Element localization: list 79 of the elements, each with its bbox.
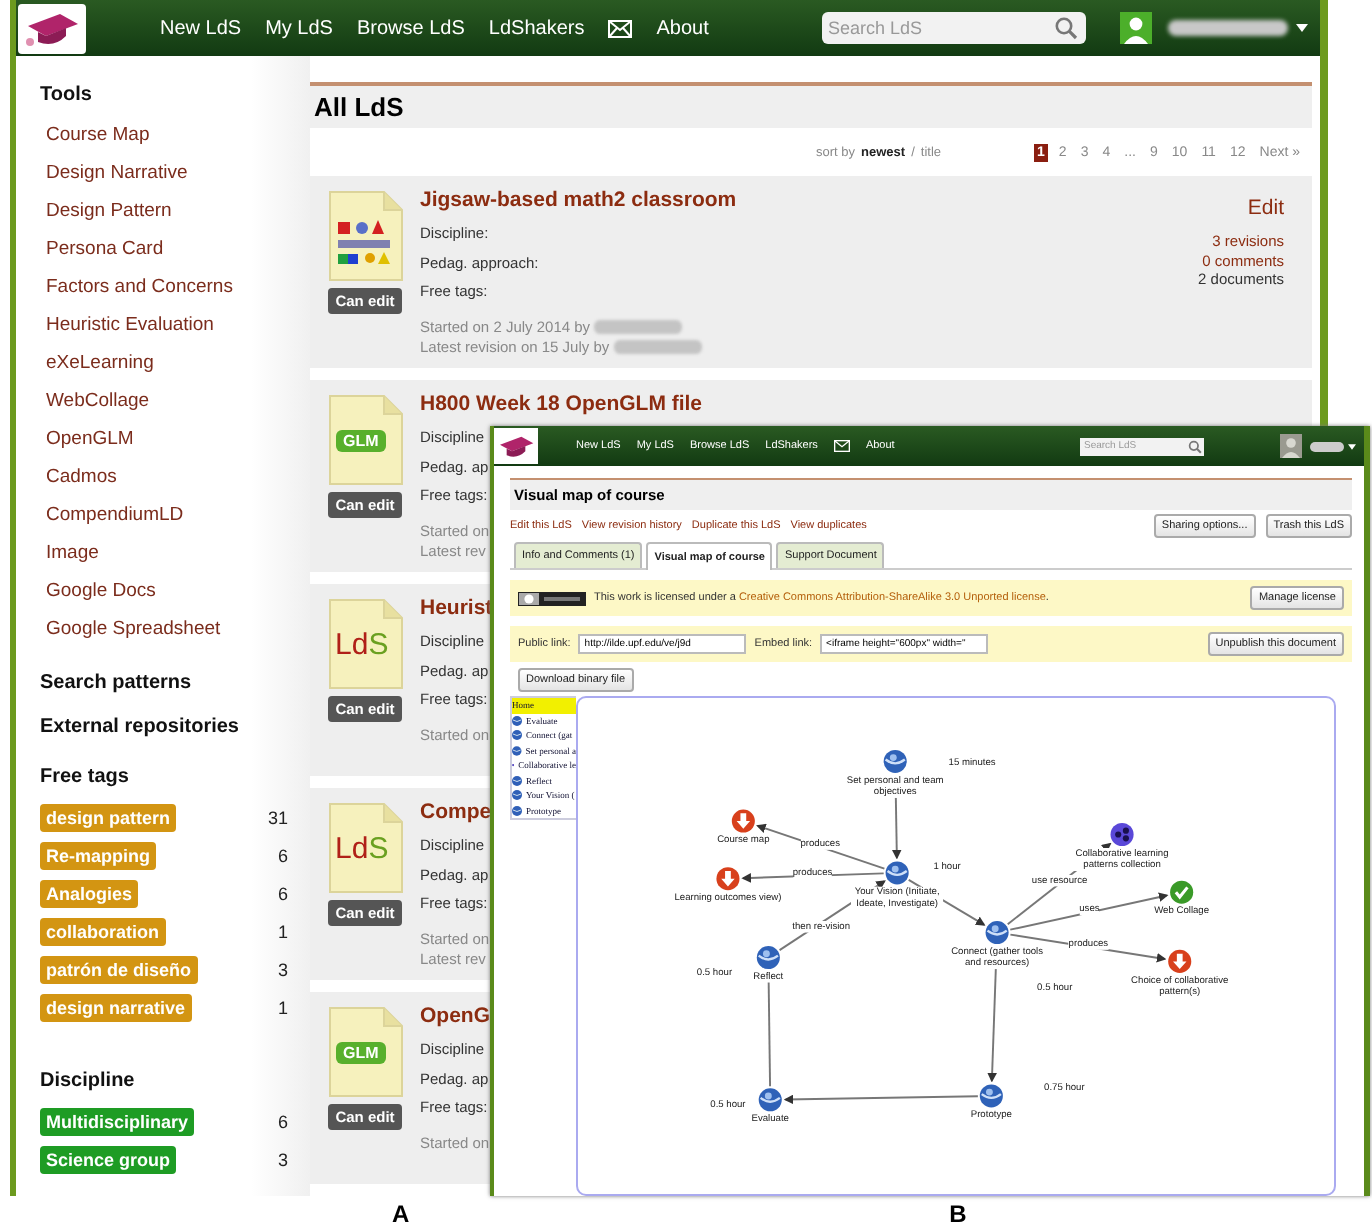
down-arrow-icon[interactable] bbox=[731, 809, 755, 833]
tag-count: 6 bbox=[277, 1111, 288, 1131]
ld-title-link[interactable]: OpenG bbox=[420, 1004, 491, 1028]
globe-icon[interactable] bbox=[883, 749, 907, 773]
globe-icon bbox=[512, 730, 522, 741]
caret-icon[interactable] bbox=[1348, 443, 1356, 449]
dots-icon[interactable] bbox=[1110, 822, 1134, 847]
ld-title-link[interactable]: H800 Week 18 OpenGLM file bbox=[420, 392, 703, 416]
tag-count: 1 bbox=[277, 997, 288, 1017]
globe-icon bbox=[512, 790, 522, 801]
ld-title-link[interactable]: Jigsaw-based math2 classroom bbox=[420, 188, 737, 212]
document-icon bbox=[327, 190, 403, 282]
edit-link[interactable]: Edit bbox=[1247, 196, 1284, 220]
page-title: All LdS bbox=[310, 82, 1312, 128]
tool-link[interactable]: Image bbox=[46, 534, 99, 572]
ld-title-link[interactable]: Heurist bbox=[420, 596, 493, 620]
globe-icon bbox=[512, 715, 522, 726]
tag-link[interactable]: Science group bbox=[40, 1145, 177, 1173]
tool-link[interactable]: eXeLearning bbox=[46, 344, 154, 382]
globe-icon[interactable] bbox=[756, 946, 780, 970]
sidebar-heading: Tools bbox=[40, 84, 92, 106]
lds-logo: LdS bbox=[335, 628, 389, 662]
tool-link[interactable]: Factors and Concerns bbox=[46, 268, 233, 306]
ld-title-link[interactable]: Compe bbox=[420, 800, 492, 824]
mail-icon[interactable] bbox=[833, 440, 850, 452]
nav-link[interactable]: LdShakers bbox=[488, 17, 585, 39]
tag-count: 31 bbox=[267, 807, 288, 827]
caret-icon[interactable] bbox=[1296, 24, 1308, 32]
nav-link[interactable]: New LdS bbox=[160, 17, 242, 39]
tag-link[interactable]: Multidisciplinary bbox=[40, 1107, 195, 1135]
tag-count: 6 bbox=[277, 845, 288, 865]
tool-link[interactable]: CompendiumLD bbox=[46, 496, 184, 534]
search-icon[interactable] bbox=[1188, 439, 1202, 453]
globe-icon[interactable] bbox=[758, 1088, 782, 1112]
sidebar-link[interactable]: External repositories bbox=[40, 716, 239, 738]
panel-label: B bbox=[949, 1200, 967, 1228]
tag-count: 6 bbox=[277, 883, 288, 903]
search-icon[interactable] bbox=[1054, 16, 1078, 40]
tool-link[interactable]: Persona Card bbox=[46, 230, 164, 268]
mail-icon[interactable] bbox=[608, 19, 633, 37]
tool-link[interactable]: OpenGLM bbox=[46, 420, 134, 458]
globe-icon[interactable] bbox=[979, 1084, 1003, 1108]
glm-logo: GLM bbox=[335, 430, 387, 452]
tag-count: 3 bbox=[277, 1149, 288, 1169]
globe-icon bbox=[512, 775, 522, 786]
redacted-username[interactable] bbox=[1310, 441, 1344, 451]
sidebar-link[interactable]: Search patterns bbox=[40, 672, 192, 694]
tool-link[interactable]: Google Spreadsheet bbox=[46, 610, 221, 648]
glm-logo: GLM bbox=[335, 1042, 387, 1064]
logo-icon[interactable] bbox=[494, 428, 538, 464]
down-arrow-icon[interactable] bbox=[716, 867, 740, 891]
down-arrow-icon[interactable] bbox=[1168, 949, 1192, 973]
sidebar-heading: Free tags bbox=[40, 766, 129, 788]
tool-link[interactable]: Design Narrative bbox=[46, 154, 188, 192]
search-field[interactable]: Search LdS bbox=[822, 12, 1086, 44]
check-icon[interactable] bbox=[1170, 880, 1194, 904]
tool-link[interactable]: Google Docs bbox=[46, 572, 156, 610]
nav-link[interactable]: My LdS bbox=[265, 17, 333, 39]
tool-link[interactable]: WebCollage bbox=[46, 382, 150, 420]
sidebar-heading: Discipline bbox=[40, 1070, 135, 1092]
tag-count: 3 bbox=[277, 959, 288, 979]
tool-link[interactable]: Heuristic Evaluation bbox=[46, 306, 214, 344]
globe-icon bbox=[512, 745, 522, 756]
globe-icon[interactable] bbox=[885, 861, 909, 885]
tag-count: 1 bbox=[277, 921, 288, 941]
logo-icon[interactable] bbox=[18, 3, 86, 53]
nav-link[interactable]: Browse LdS bbox=[356, 17, 465, 39]
globe-icon bbox=[512, 805, 522, 816]
cc-badge-icon[interactable] bbox=[518, 591, 586, 605]
globe-icon[interactable] bbox=[985, 921, 1009, 945]
avatar-icon[interactable] bbox=[1120, 12, 1152, 44]
tool-link[interactable]: Cadmos bbox=[46, 458, 117, 496]
lds-logo: LdS bbox=[335, 832, 389, 866]
nav-link[interactable]: About bbox=[656, 17, 709, 39]
document-icon bbox=[327, 802, 403, 894]
panel-label: A bbox=[392, 1200, 410, 1228]
tool-link[interactable]: Course Map bbox=[46, 116, 150, 154]
document-icon bbox=[327, 598, 403, 690]
tool-link[interactable]: Design Pattern bbox=[46, 192, 172, 230]
